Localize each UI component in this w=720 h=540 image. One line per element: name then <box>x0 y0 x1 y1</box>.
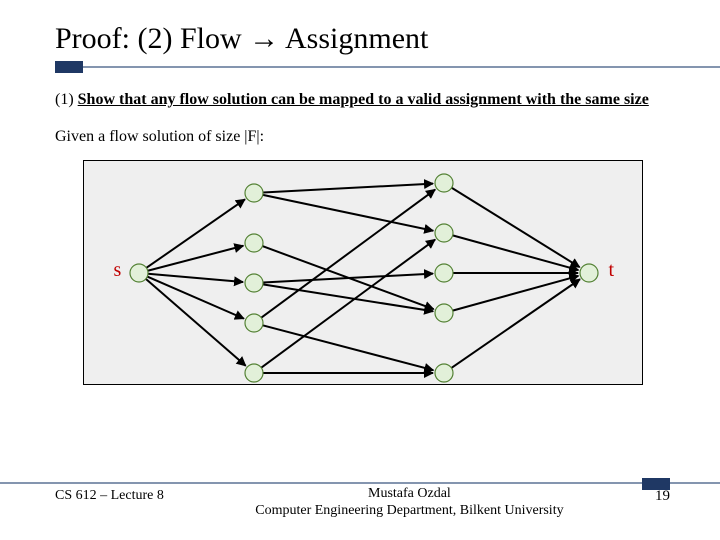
footer-accent <box>642 478 670 490</box>
footer-affiliation: Computer Engineering Department, Bilkent… <box>255 503 563 520</box>
claim-text: Show that any flow solution can be mappe… <box>78 91 649 108</box>
title-rule <box>55 66 720 68</box>
source-label: s <box>114 259 122 282</box>
page-title: Proof: (2) Flow → Assignment <box>55 22 720 56</box>
flow-graph: s t <box>83 160 643 385</box>
flow-svg <box>84 161 644 386</box>
claim-prefix: (1) <box>55 91 78 108</box>
footer: CS 612 – Lecture 8 Mustafa Ozdal Compute… <box>0 482 720 520</box>
claim-line: (1) Show that any flow solution can be m… <box>55 90 670 110</box>
footer-author: Mustafa Ozdal <box>255 486 563 503</box>
footer-center: Mustafa Ozdal Computer Engineering Depar… <box>255 484 563 520</box>
sink-label: t <box>609 259 615 282</box>
footer-left: CS 612 – Lecture 8 <box>55 484 164 504</box>
given-line: Given a flow solution of size |F|: <box>55 128 670 146</box>
